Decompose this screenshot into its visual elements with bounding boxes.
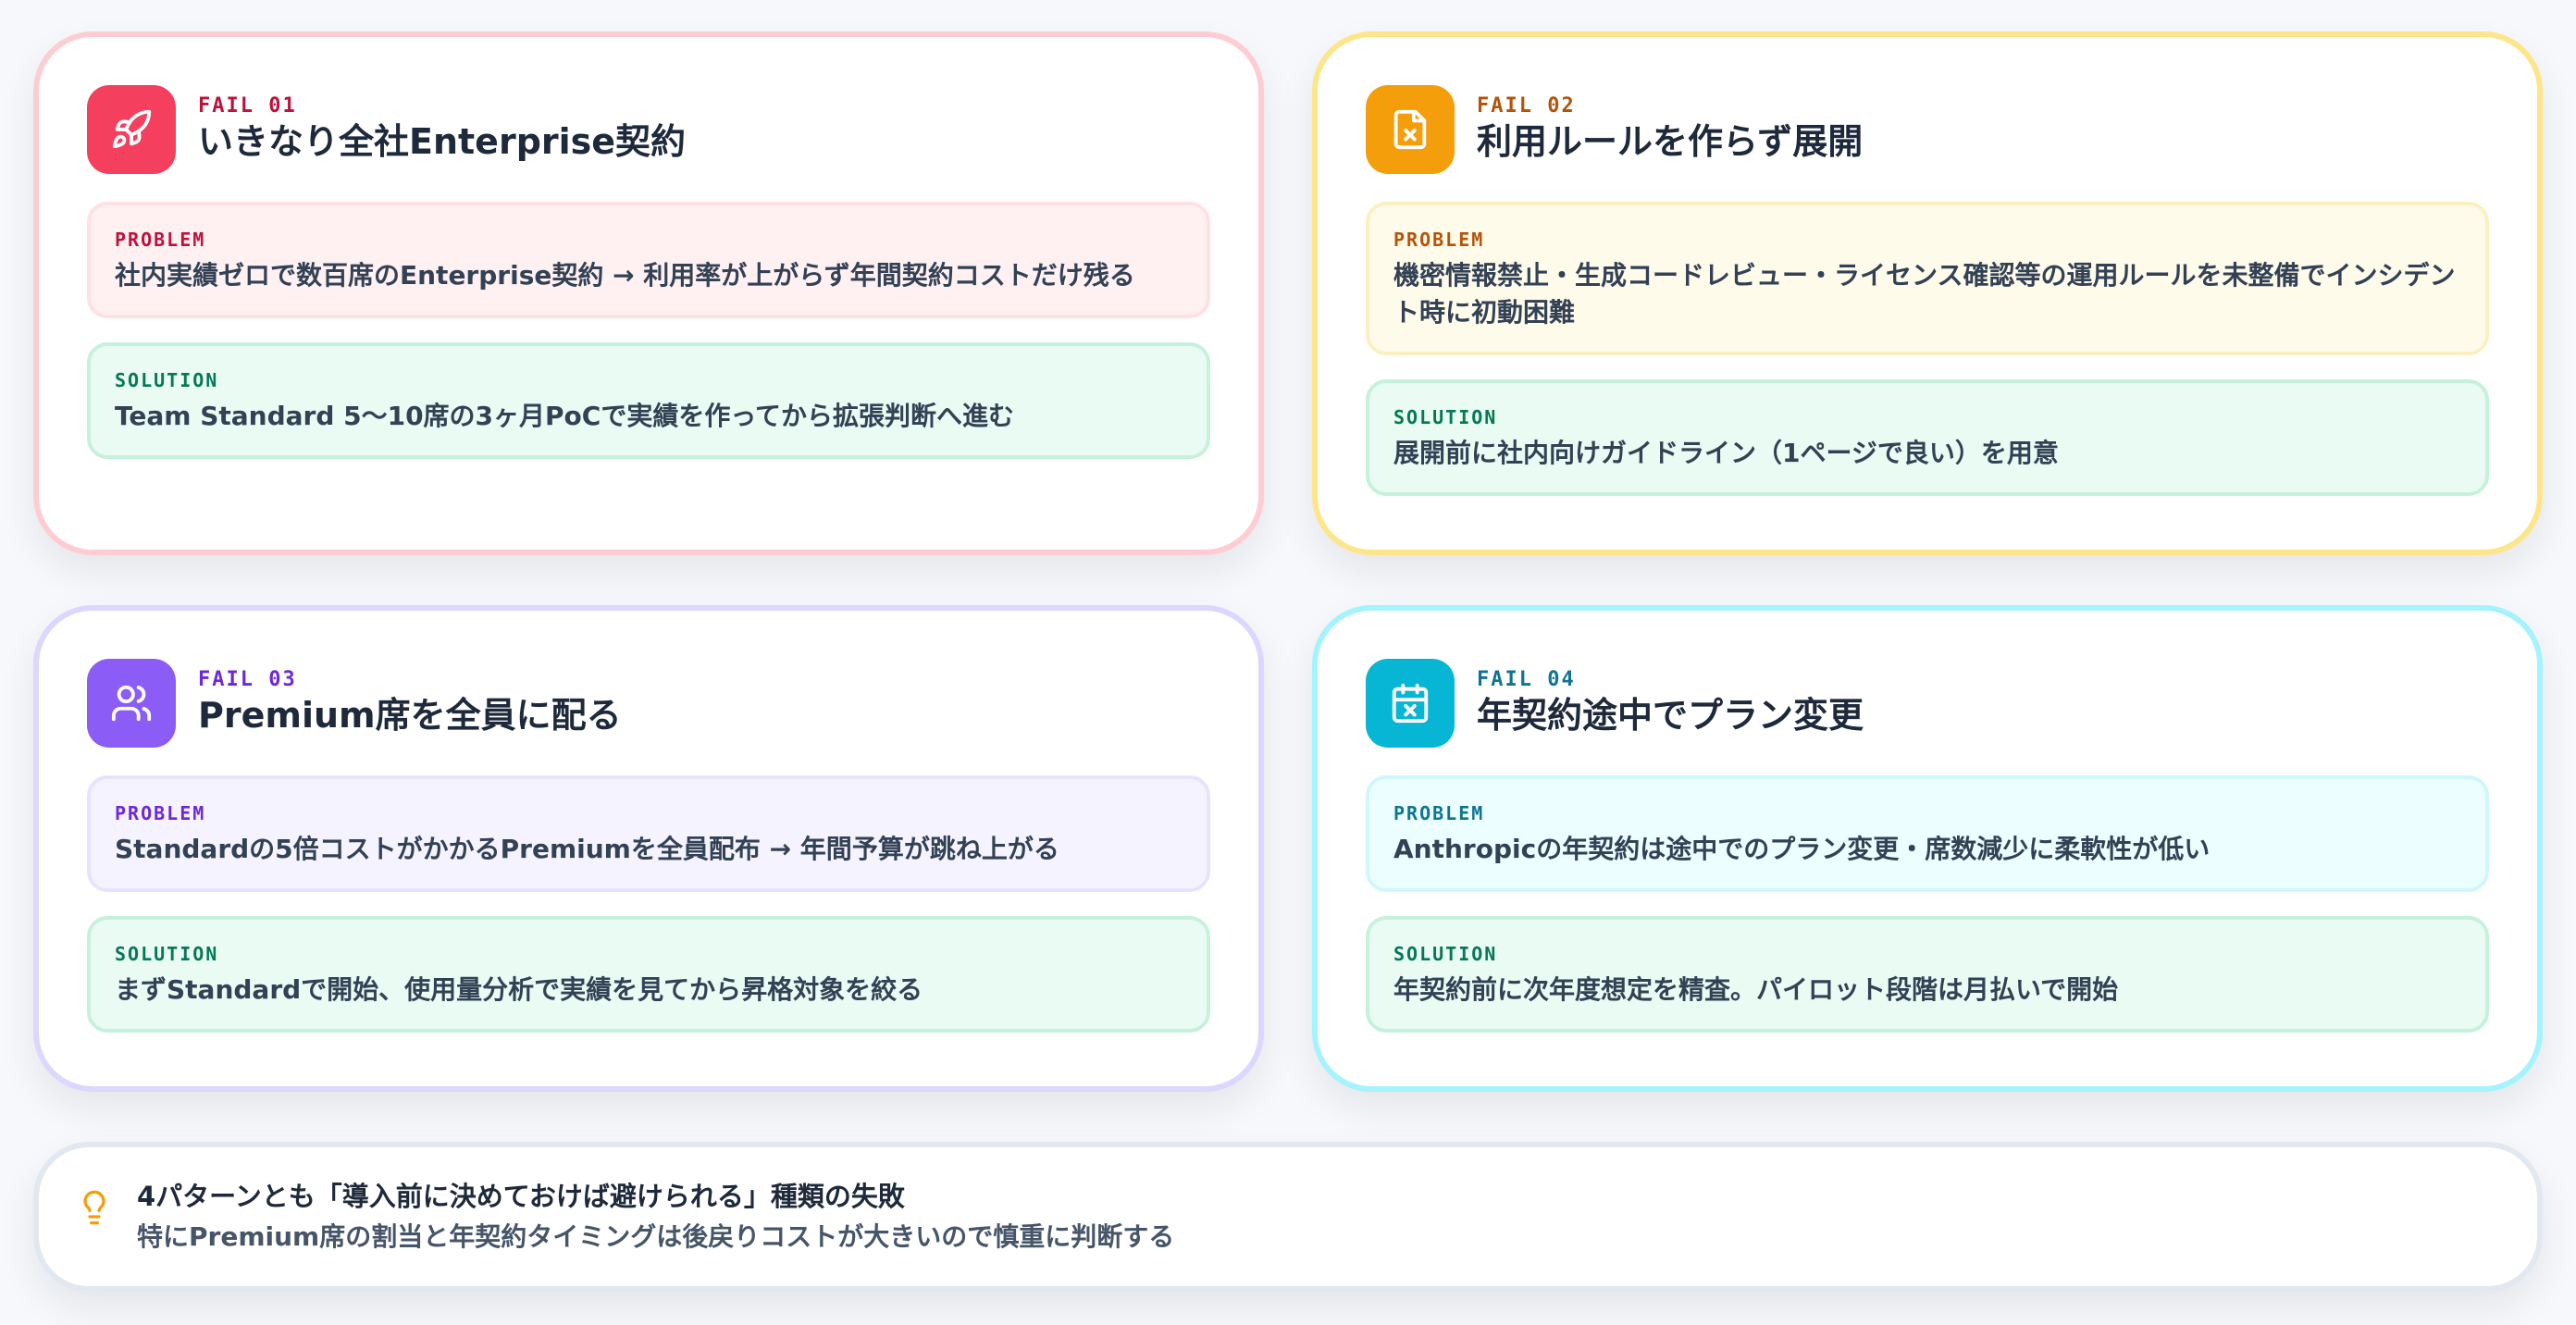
summary-note: 4パターンとも「導入前に決めておけば避けられる」種類の失敗 特にPremium席…: [33, 1142, 2543, 1292]
solution-label: SOLUTION: [1393, 943, 1498, 965]
card-header: FAIL 03 Premium席を全員に配る: [87, 659, 1210, 748]
card-header: FAIL 01 いきなり全社Enterprise契約: [87, 85, 1210, 174]
card-header: FAIL 02 利用ルールを作らず展開: [1366, 85, 2489, 174]
problem-label: PROBLEM: [115, 229, 206, 251]
failure-patterns-slide: FAIL 01 いきなり全社Enterprise契約 PROBLEM 社内実績ゼ…: [0, 0, 2576, 1325]
solution-box: SOLUTION Team Standard 5〜10席の3ヶ月PoCで実績を作…: [87, 342, 1210, 459]
fail-label: FAIL 01: [198, 94, 297, 118]
fail-card-03: FAIL 03 Premium席を全員に配る PROBLEM Standardの…: [33, 605, 1264, 1092]
fail-label: FAIL 02: [1477, 94, 1576, 118]
lightbulb-icon: [83, 1190, 105, 1225]
card-title: Premium席を全員に配る: [198, 695, 622, 736]
fail-label: FAIL 04: [1477, 668, 1576, 691]
users-icon: [87, 659, 176, 748]
fail-card-02: FAIL 02 利用ルールを作らず展開 PROBLEM 機密情報禁止・生成コード…: [1312, 31, 2543, 555]
note-subtitle: 特にPremium席の割当と年契約タイミングは後戻りコストが大きいので慎重に判断…: [137, 1221, 1175, 1252]
solution-text: 年契約前に次年度想定を精査。パイロット段階は月払いで開始: [1393, 974, 2119, 1005]
fail-label: FAIL 03: [198, 668, 297, 691]
solution-text: Team Standard 5〜10席の3ヶ月PoCで実績を作ってから拡張判断へ…: [115, 401, 1014, 431]
card-title: 年契約途中でプラン変更: [1477, 695, 1864, 736]
problem-label: PROBLEM: [1393, 229, 1485, 251]
problem-text: Anthropicの年契約は途中でのプラン変更・席数減少に柔軟性が低い: [1393, 834, 2211, 864]
problem-label: PROBLEM: [115, 802, 206, 824]
solution-label: SOLUTION: [115, 943, 219, 965]
solution-box: SOLUTION 年契約前に次年度想定を精査。パイロット段階は月払いで開始: [1366, 916, 2489, 1033]
problem-box: PROBLEM Standardの5倍コストがかかるPremiumを全員配布 →…: [87, 775, 1210, 892]
problem-text: Standardの5倍コストがかかるPremiumを全員配布 → 年間予算が跳ね…: [115, 834, 1059, 864]
problem-label: PROBLEM: [1393, 802, 1485, 824]
problem-box: PROBLEM 社内実績ゼロで数百席のEnterprise契約 → 利用率が上が…: [87, 202, 1210, 318]
calendar-x-icon: [1366, 659, 1455, 748]
note-title: 4パターンとも「導入前に決めておけば避けられる」種類の失敗: [137, 1181, 905, 1212]
solution-label: SOLUTION: [115, 369, 219, 391]
problem-text: 機密情報禁止・生成コードレビュー・ライセンス確認等の運用ルールを未整備でインシデ…: [1393, 260, 2456, 328]
solution-box: SOLUTION まずStandardで開始、使用量分析で実績を見てから昇格対象…: [87, 916, 1210, 1033]
card-title: 利用ルールを作らず展開: [1477, 121, 1864, 162]
problem-text: 社内実績ゼロで数百席のEnterprise契約 → 利用率が上がらず年間契約コス…: [115, 260, 1135, 291]
solution-text: 展開前に社内向けガイドライン（1ページで良い）を用意: [1393, 438, 2059, 468]
solution-text: まずStandardで開始、使用量分析で実績を見てから昇格対象を絞る: [115, 974, 923, 1005]
solution-label: SOLUTION: [1393, 406, 1498, 428]
problem-box: PROBLEM 機密情報禁止・生成コードレビュー・ライセンス確認等の運用ルールを…: [1366, 202, 2489, 355]
card-title: いきなり全社Enterprise契約: [198, 121, 687, 162]
card-header: FAIL 04 年契約途中でプラン変更: [1366, 659, 2489, 748]
problem-box: PROBLEM Anthropicの年契約は途中でのプラン変更・席数減少に柔軟性…: [1366, 775, 2489, 892]
file-x-icon: [1366, 85, 1455, 174]
fail-card-01: FAIL 01 いきなり全社Enterprise契約 PROBLEM 社内実績ゼ…: [33, 31, 1264, 555]
note-text: 4パターンとも「導入前に決めておけば避けられる」種類の失敗 特にPremium席…: [137, 1176, 1174, 1257]
rocket-icon: [87, 85, 176, 174]
solution-box: SOLUTION 展開前に社内向けガイドライン（1ページで良い）を用意: [1366, 379, 2489, 496]
fail-card-04: FAIL 04 年契約途中でプラン変更 PROBLEM Anthropicの年契…: [1312, 605, 2543, 1092]
